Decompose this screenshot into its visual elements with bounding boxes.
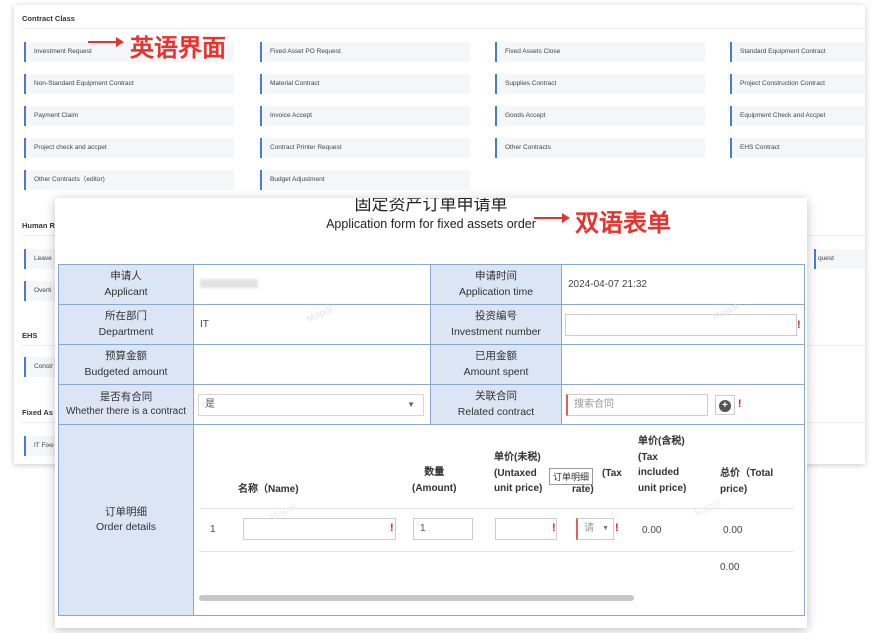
applicant-name-blurred xyxy=(200,278,258,288)
investment-number-cell: ! Mapol xyxy=(561,302,805,345)
contract-item[interactable]: Supplies Contract xyxy=(495,74,705,94)
application-form-table: 申请人 Applicant 申请时间 Application time 2024-0… xyxy=(58,264,805,616)
has-contract-select[interactable]: 是 ▼ xyxy=(198,393,424,416)
chevron-down-icon: ▼ xyxy=(602,525,609,532)
contract-item[interactable]: Fixed Assets Close xyxy=(495,42,705,62)
arrow-icon xyxy=(534,213,570,223)
section-title-human-resources: Human R xyxy=(22,221,55,230)
required-icon: ! xyxy=(390,522,394,534)
label-amount-spent: 已用金额 Amount spent xyxy=(430,344,562,385)
contract-item[interactable]: Payment Claim xyxy=(24,106,234,126)
contract-item[interactable]: Goods Accept xyxy=(495,106,705,126)
contract-item[interactable]: Project check and accpet xyxy=(24,138,234,158)
contract-item[interactable]: Contract Printer Request xyxy=(260,138,470,158)
col-header-name: 名称（Name) xyxy=(238,484,299,495)
contract-item[interactable]: Project Construction Contract xyxy=(730,74,865,94)
section-title-contract-class: Contract Class xyxy=(22,14,75,23)
total-price-value: 0.00 xyxy=(723,525,743,536)
sum-total-value: 0.00 xyxy=(720,562,740,573)
untaxed-price-input[interactable] xyxy=(495,518,557,540)
amount-spent-value xyxy=(561,344,805,385)
watermark: Mapol xyxy=(304,303,335,326)
related-contract-search-input[interactable]: 搜索合同 xyxy=(566,393,708,416)
row-number: 1 xyxy=(210,524,216,535)
label-related-contract: 关联合同 Related contract xyxy=(430,384,562,425)
order-details-grid: 名称（Name) 数量 (Amount) 单价(未税) (Untaxed unit p… xyxy=(193,424,805,616)
required-icon: ! xyxy=(552,522,556,534)
add-icon[interactable]: + xyxy=(714,394,735,415)
arrow-icon xyxy=(88,37,124,47)
label-budgeted-amount: 预算金额 Budgeted amount xyxy=(58,344,194,385)
tax-rate-select[interactable]: 请 ▼ xyxy=(576,518,614,540)
contract-item[interactable]: Other Contracts（editor) xyxy=(24,170,234,190)
label-applicant: 申请人 Applicant xyxy=(58,264,194,305)
label-order-details: 订单明细 Order details xyxy=(58,424,194,616)
contract-item[interactable]: Non-Standard Equipment Contract xyxy=(24,74,234,94)
contract-item[interactable]: Budget Adjustment xyxy=(260,170,470,190)
applicant-value xyxy=(193,264,431,305)
department-value: IT Mapol xyxy=(193,303,431,345)
required-icon: ! xyxy=(615,522,619,534)
quantity-input[interactable]: 1 xyxy=(413,518,473,540)
order-details-tooltip: 订单明细 xyxy=(549,468,594,485)
col-header-amount: 数量 (Amount) xyxy=(412,467,457,494)
application-time-value: 2024-04-07 21:32 xyxy=(561,264,805,305)
taxed-price-value: 0.00 xyxy=(642,525,662,536)
required-icon: ! xyxy=(737,398,742,411)
label-department: 所在部门 Department xyxy=(58,304,194,345)
has-contract-cell: 是 ▼ xyxy=(193,384,431,425)
contract-item[interactable]: Standard Equipment Contract xyxy=(730,42,865,62)
form-title-cn: 固定资产订单申请单 xyxy=(354,198,508,214)
form-title-en: Application form for fixed assets order xyxy=(326,217,536,231)
label-investment-number: 投资编号 Investment number xyxy=(430,304,562,345)
required-icon: ! xyxy=(797,318,801,331)
human-item-request[interactable]: quest xyxy=(814,249,865,269)
chevron-down-icon: ▼ xyxy=(407,399,415,409)
col-header-total-price: 总价（Total price) xyxy=(720,468,774,495)
contract-item[interactable]: Fixed Asset PO Request xyxy=(260,42,470,62)
label-application-time: 申请时间 Application time xyxy=(430,264,562,305)
col-header-untaxed-price: 单价(未税) (Untaxed unit price) xyxy=(494,452,543,494)
contract-item[interactable]: Material Contract xyxy=(260,74,470,94)
label-has-contract: 是否有合同 Whether there is a contract xyxy=(58,384,194,425)
annotation-english-interface: 英语界面 xyxy=(130,34,226,62)
row-divider xyxy=(199,551,794,552)
budgeted-amount-value xyxy=(193,344,431,385)
annotation-bilingual-form: 双语表单 xyxy=(575,209,671,237)
contract-item[interactable]: Equipment Check and Accpet xyxy=(730,106,865,126)
horizontal-scrollbar[interactable] xyxy=(199,595,634,601)
related-contract-cell: 搜索合同 + ! xyxy=(561,384,805,425)
col-header-taxed-price: 单价(含税) (Tax included unit price) xyxy=(638,436,687,494)
contract-item[interactable]: Other Contracts xyxy=(495,138,705,158)
item-name-input[interactable] xyxy=(243,518,396,540)
contract-item[interactable]: Invoice Accept xyxy=(260,106,470,126)
bilingual-form-panel: 固定资产订单申请单 Application form for fixed ass… xyxy=(55,198,807,628)
contract-item[interactable]: EHS Contract xyxy=(730,138,865,158)
section-title-fixed-assets: Fixed As xyxy=(22,408,53,417)
section-title-ehs: EHS xyxy=(22,331,38,340)
watermark: Mapol xyxy=(692,497,723,520)
investment-number-input[interactable] xyxy=(565,313,797,336)
